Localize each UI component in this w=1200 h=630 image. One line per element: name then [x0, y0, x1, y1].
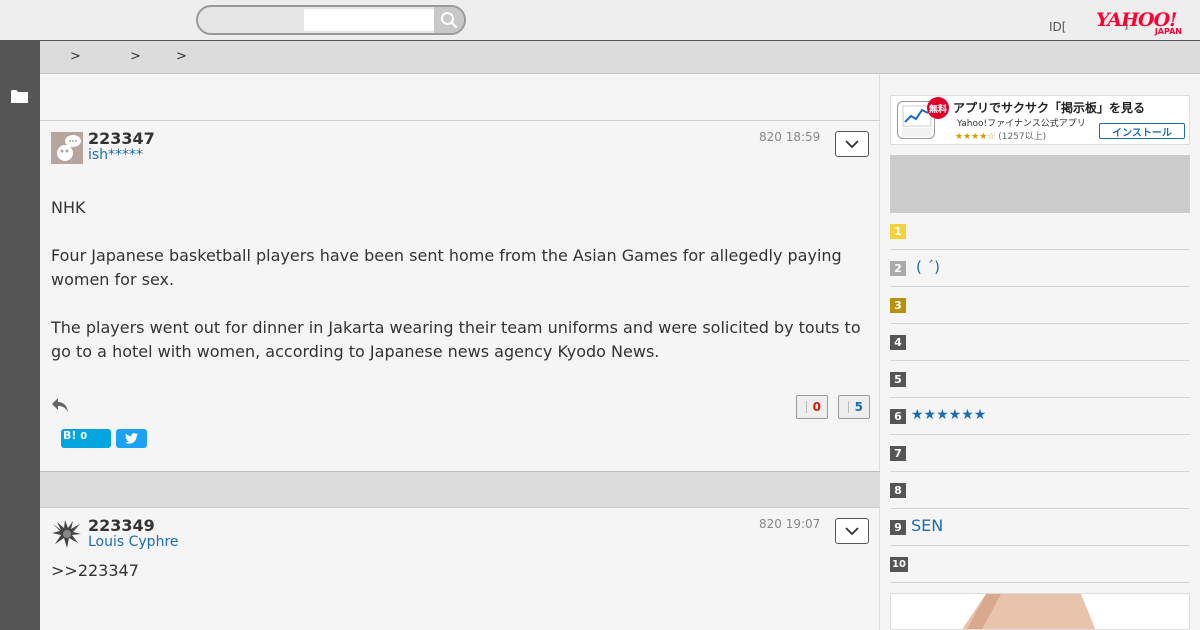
avatar[interactable]	[51, 132, 83, 164]
vote-divider	[806, 401, 807, 413]
hatena-count: 0	[80, 431, 88, 442]
rank-badge: 4	[890, 335, 906, 350]
rank-badge: 6	[890, 409, 906, 424]
chevron-down-icon	[845, 140, 859, 148]
chevron-down-icon	[845, 527, 859, 535]
install-button[interactable]: インストール	[1099, 123, 1185, 139]
post-body: NHK Four Japanese basketball players hav…	[51, 196, 871, 364]
dislike-button[interactable]: 0	[796, 395, 828, 419]
post-author[interactable]: ish*****	[88, 147, 143, 163]
avatar[interactable]	[51, 518, 83, 550]
search-icon	[441, 12, 458, 29]
hatena-bookmark-button[interactable]: B! 0	[61, 429, 111, 448]
rank-badge: 2	[890, 261, 906, 276]
twitter-icon	[125, 433, 138, 444]
post-number[interactable]: 223349	[88, 516, 155, 535]
breadcrumb: > > >	[40, 41, 1200, 74]
top-band	[40, 74, 880, 121]
app-banner[interactable]: 無料 アプリでサクサク「掲示板」を見る Yahoo!ファイナンス公式アプリ ★★…	[890, 95, 1190, 145]
ranking-item[interactable]: 2 ( ´)	[890, 250, 1190, 287]
ranking-item[interactable]: 3	[890, 287, 1190, 324]
post: 223349 Louis Cyphre 820 19:07 >>223347	[40, 508, 880, 630]
star-rating-icon: ★★★★☆	[955, 132, 996, 142]
post-author[interactable]: Louis Cyphre	[88, 534, 179, 550]
rank-badge: 8	[890, 483, 906, 498]
ranking-item[interactable]: 4	[890, 324, 1190, 361]
post-date: 820 19:07	[759, 517, 821, 531]
ranking-link[interactable]: SEN	[911, 516, 943, 535]
search-button[interactable]	[434, 7, 464, 33]
post-date: 820 18:59	[759, 130, 821, 144]
like-button[interactable]: 5	[838, 395, 870, 419]
free-badge: 無料	[927, 97, 949, 119]
ranking-item[interactable]: 1	[890, 213, 1190, 250]
folder-icon[interactable]	[11, 89, 28, 103]
breadcrumb-separator: >	[130, 49, 141, 64]
ranking-item[interactable]: 9 SEN	[890, 509, 1190, 546]
post-separator	[40, 471, 880, 508]
logo-subtext: JAPAN	[1154, 27, 1182, 36]
post-paragraph: NHK	[51, 198, 86, 217]
rank-badge: 10	[890, 557, 908, 572]
main-content: 223347 ish***** 820 18:59 NHK Four Japan…	[40, 74, 880, 630]
left-sidebar	[0, 41, 40, 630]
post-paragraph: Four Japanese basketball players have be…	[51, 246, 842, 289]
rank-badge: 9	[890, 520, 906, 535]
ranking-item[interactable]: 10	[890, 546, 1190, 583]
login-id-link[interactable]: ID[	[1049, 20, 1066, 34]
post-body: >>223347	[51, 559, 871, 583]
post-paragraph: The players went out for dinner in Jakar…	[51, 318, 861, 361]
ranking-item[interactable]: 5	[890, 361, 1190, 398]
twitter-share-button[interactable]	[116, 429, 147, 448]
post-number[interactable]: 223347	[88, 129, 155, 148]
rank-badge: 5	[890, 372, 906, 387]
vote-divider	[848, 401, 849, 413]
breadcrumb-separator: >	[70, 49, 81, 64]
ranking-item[interactable]: 6 ★★★★★★	[890, 398, 1190, 435]
post: 223347 ish***** 820 18:59 NHK Four Japan…	[40, 121, 880, 471]
search-input[interactable]	[304, 9, 434, 31]
ranking-link[interactable]: ( ´)	[916, 258, 940, 276]
ranking-item[interactable]: 8	[890, 472, 1190, 509]
ranking-item[interactable]: 7	[890, 435, 1190, 472]
ranking-link[interactable]: ★★★★★★	[911, 407, 986, 423]
breadcrumb-separator: >	[176, 49, 187, 64]
rank-badge: 1	[890, 224, 906, 239]
rating-count: (1257以上)	[998, 132, 1047, 142]
app-banner-subtitle: Yahoo!ファイナンス公式アプリ	[957, 119, 1086, 129]
right-sidebar: 無料 アプリでサクサク「掲示板」を見る Yahoo!ファイナンス公式アプリ ★★…	[880, 74, 1200, 630]
ad-photo	[891, 594, 1189, 629]
like-count: 5	[854, 400, 863, 414]
post-menu-button[interactable]	[835, 131, 869, 157]
search-box	[196, 5, 466, 35]
ad-image[interactable]	[890, 593, 1190, 630]
hatena-label: B!	[63, 429, 77, 442]
ad-placeholder	[890, 155, 1190, 213]
yahoo-japan-logo[interactable]: YAHOO! JAPAN	[1096, 10, 1188, 38]
app-rating: ★★★★☆ (1257以上)	[955, 129, 1046, 142]
rank-badge: 3	[890, 298, 906, 313]
header: ID[ ] YAHOO! JAPAN	[0, 0, 1200, 41]
rank-badge: 7	[890, 446, 906, 461]
post-paragraph[interactable]: >>223347	[51, 559, 871, 583]
app-banner-title: アプリでサクサク「掲示板」を見る	[953, 101, 1146, 115]
dislike-count: 0	[812, 400, 821, 414]
reply-icon[interactable]	[51, 397, 69, 413]
post-menu-button[interactable]	[835, 518, 869, 544]
